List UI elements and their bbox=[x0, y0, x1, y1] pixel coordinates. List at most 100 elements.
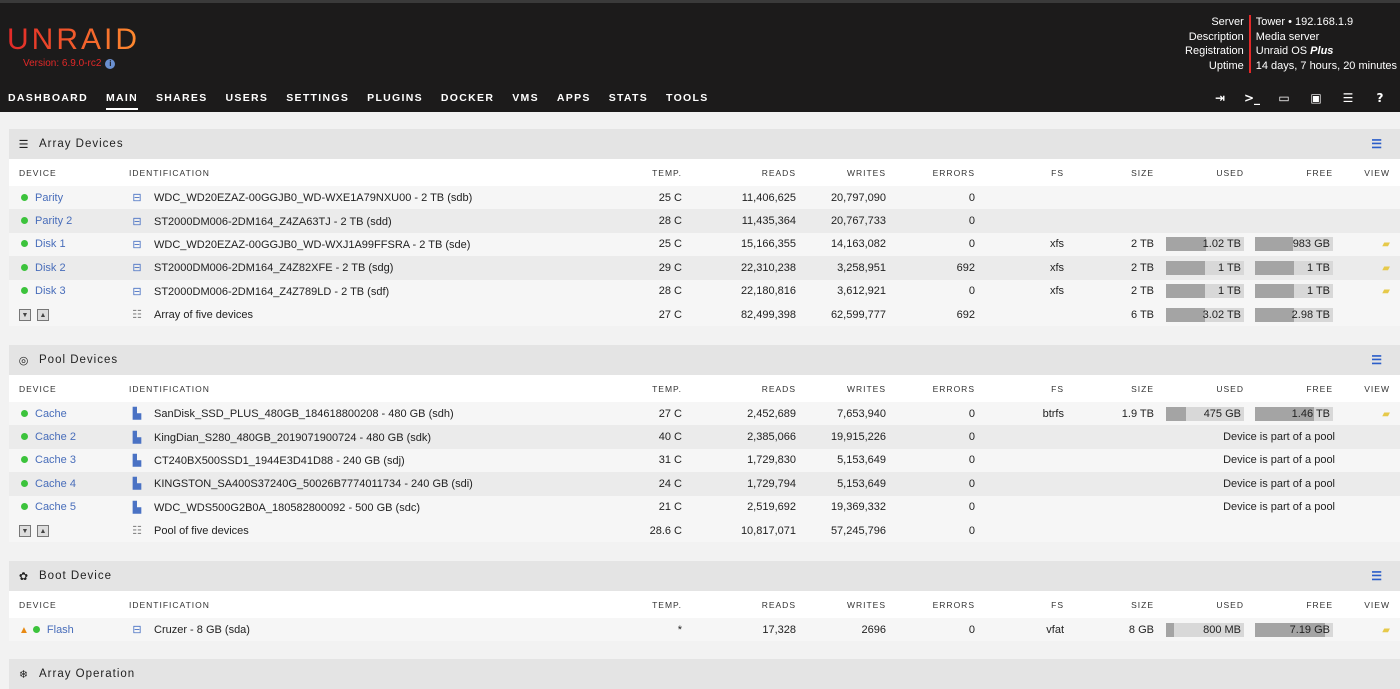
nav-shares[interactable]: SHARES bbox=[156, 92, 208, 110]
array-operation-header: ❄ Array Operation bbox=[9, 659, 1400, 689]
col-temp: TEMP. bbox=[652, 599, 682, 610]
used-cell: 1 TB bbox=[1154, 256, 1244, 280]
spin-down-button[interactable]: ▼ bbox=[19, 309, 31, 322]
temp-cell: 28 C bbox=[629, 279, 682, 303]
nav-vms[interactable]: VMS bbox=[512, 92, 539, 110]
col-fs: FS bbox=[1051, 383, 1064, 394]
server-value[interactable]: Tower • 192.168.1.9 bbox=[1256, 15, 1397, 30]
nav-plugins[interactable]: PLUGINS bbox=[367, 92, 423, 110]
top-header: UNRAID Version: 6.9.0-rc2 i Server Descri… bbox=[0, 0, 1400, 112]
unraid-logo[interactable]: UNRAID bbox=[7, 23, 140, 57]
webgui-icon[interactable]: ▣ bbox=[1300, 91, 1332, 105]
reads-cell: 22,310,238 bbox=[682, 256, 796, 280]
errors-cell: 0 bbox=[886, 425, 975, 449]
spin-down-button[interactable]: ▼ bbox=[19, 525, 31, 538]
device-link[interactable]: Disk 2 bbox=[35, 262, 66, 274]
nav-users[interactable]: USERS bbox=[226, 92, 269, 110]
writes-cell: 19,369,332 bbox=[796, 495, 886, 519]
ssd-icon: ▙ bbox=[132, 478, 142, 491]
device-link[interactable]: Cache 2 bbox=[35, 431, 76, 443]
temp-cell: 31 C bbox=[629, 448, 682, 473]
reads-cell: 2,385,066 bbox=[682, 425, 796, 449]
device-link[interactable]: Cache 4 bbox=[35, 478, 76, 490]
terminal-icon[interactable]: >_ bbox=[1236, 91, 1268, 105]
identification-cell: ▙ SanDisk_SSD_PLUS_480GB_184618800208 - 4… bbox=[129, 402, 629, 426]
folder-icon[interactable]: ▰ bbox=[1382, 286, 1390, 297]
fs-cell: xfs bbox=[975, 232, 1064, 257]
nav-docker[interactable]: DOCKER bbox=[441, 92, 494, 110]
feedback-icon[interactable]: ▭ bbox=[1268, 91, 1300, 105]
free-bar: 2.98 TB bbox=[1255, 307, 1333, 322]
log-icon[interactable]: ☰ bbox=[1332, 91, 1364, 105]
device-link[interactable]: Cache 3 bbox=[35, 454, 76, 466]
info-icon[interactable]: i bbox=[105, 59, 116, 69]
nav-settings[interactable]: SETTINGS bbox=[286, 92, 349, 110]
spin-up-button[interactable]: ▲ bbox=[37, 309, 49, 322]
warning-icon[interactable]: ▲ bbox=[19, 625, 29, 636]
status-dot bbox=[21, 193, 28, 201]
registration-value[interactable]: Unraid OS Plus bbox=[1256, 44, 1397, 59]
nav-stats[interactable]: STATS bbox=[609, 92, 648, 110]
device-link[interactable]: Cache bbox=[35, 408, 67, 420]
nav-apps[interactable]: APPS bbox=[557, 92, 591, 110]
device-identification: WDC_WD20EZAZ-00GGJB0_WD-WXJ1A99FFSRA - 2… bbox=[154, 238, 471, 251]
table-row: Parity ⊟ WDC_WD20EZAZ-00GGJB0_WD-WXE1A79NX… bbox=[9, 186, 1400, 210]
free-cell: 2.98 TB bbox=[1244, 302, 1333, 327]
folder-icon[interactable]: ▰ bbox=[1382, 409, 1390, 420]
device-link[interactable]: Disk 1 bbox=[35, 238, 66, 250]
reads-cell: 15,166,355 bbox=[682, 232, 796, 257]
list-view-icon[interactable]: ☰ bbox=[1371, 137, 1383, 151]
device-link[interactable]: Parity bbox=[35, 192, 63, 204]
free-bar: 1.46 TB bbox=[1255, 406, 1333, 421]
device-identification: ST2000DM006-2DM164_Z4Z82XFE - 2 TB (sdg) bbox=[154, 262, 394, 275]
folder-icon[interactable]: ▰ bbox=[1382, 263, 1390, 274]
free-bar: 1 TB bbox=[1255, 260, 1333, 275]
device-identification: Cruzer - 8 GB (sda) bbox=[154, 624, 250, 637]
free-cell: 7.19 GB bbox=[1244, 618, 1333, 642]
col-device: DEVICE bbox=[19, 167, 57, 178]
col-size: SIZE bbox=[1131, 383, 1154, 394]
main-nav: DASHBOARD MAIN SHARES USERS SETTINGS PLU… bbox=[8, 92, 727, 110]
list-view-icon[interactable]: ☰ bbox=[1371, 353, 1383, 367]
free-cell: 1 TB bbox=[1244, 256, 1333, 280]
free-bar-text: 983 GB bbox=[1292, 238, 1330, 251]
col-reads: READS bbox=[761, 167, 796, 178]
table-row: Cache 2 ▙ KingDian_S280_480GB_201907190072… bbox=[9, 425, 1400, 449]
help-icon[interactable]: ? bbox=[1364, 91, 1396, 105]
folder-icon[interactable]: ▰ bbox=[1382, 625, 1390, 636]
list-view-icon[interactable]: ☰ bbox=[1371, 569, 1383, 583]
errors-cell: 0 bbox=[886, 448, 975, 473]
reads-cell: 10,817,071 bbox=[682, 518, 796, 543]
device-link[interactable]: Cache 5 bbox=[35, 501, 76, 513]
ssd-icon: ▙ bbox=[132, 454, 142, 467]
col-used: USED bbox=[1216, 599, 1244, 610]
reads-cell: 11,435,364 bbox=[682, 209, 796, 233]
logout-icon[interactable]: ⇥ bbox=[1204, 91, 1236, 105]
col-errors: ERRORS bbox=[932, 599, 975, 610]
nav-tools[interactable]: TOOLS bbox=[666, 92, 708, 110]
spin-up-button[interactable]: ▲ bbox=[37, 525, 49, 538]
description-label: Description bbox=[1188, 30, 1244, 43]
device-link[interactable]: Disk 3 bbox=[35, 285, 66, 297]
nav-main[interactable]: MAIN bbox=[105, 92, 138, 110]
device-link[interactable]: Parity 2 bbox=[35, 215, 72, 227]
writes-cell: 20,797,090 bbox=[796, 186, 886, 210]
col-temp: TEMP. bbox=[652, 383, 682, 394]
errors-cell: 692 bbox=[886, 256, 975, 280]
panel-title: Pool Devices bbox=[39, 354, 119, 366]
identification-cell: ⊟ WDC_WD20EZAZ-00GGJB0_WD-WXE1A79NXU00 - … bbox=[129, 186, 629, 210]
folder-icon[interactable]: ▰ bbox=[1382, 239, 1390, 250]
pool-devices-table: DEVICE IDENTIFICATION TEMP. READS WRITES… bbox=[9, 375, 1400, 543]
col-reads: READS bbox=[761, 599, 796, 610]
table-row: ▲ Flash ⊟ Cruzer - 8 GB (sda) * 17,328 2696 0 vf… bbox=[9, 618, 1400, 642]
size-cell: 6 TB bbox=[1064, 302, 1154, 327]
free-bar-text: 1 TB bbox=[1306, 285, 1330, 298]
writes-cell: 19,915,226 bbox=[796, 425, 886, 449]
device-link[interactable]: Flash bbox=[47, 624, 74, 636]
temp-cell: 24 C bbox=[629, 472, 682, 496]
device-cell: Parity bbox=[9, 186, 129, 210]
table-row: Disk 2 ⊟ ST2000DM006-2DM164_Z4Z82XFE - 2 T… bbox=[9, 256, 1400, 280]
nav-dashboard[interactable]: DASHBOARD bbox=[8, 92, 88, 110]
view-cell bbox=[1333, 302, 1400, 327]
view-cell: ▰ bbox=[1333, 256, 1400, 280]
